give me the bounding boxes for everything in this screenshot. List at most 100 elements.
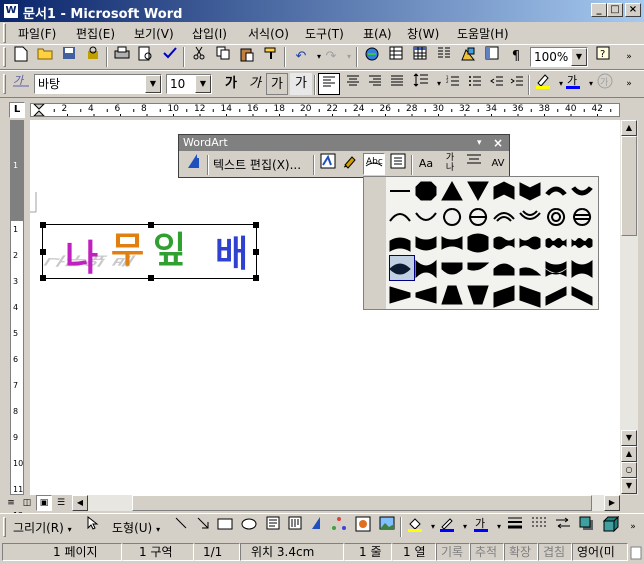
tab-selector-icon[interactable]: L [9,102,25,118]
rectangle-tool-icon[interactable] [214,516,236,538]
wordart-shape-icon[interactable]: Abc [363,153,385,175]
font-size-dropdown-icon[interactable]: ▼ [195,75,211,93]
bullets-icon[interactable] [464,73,486,95]
dash-style-icon[interactable] [528,516,550,538]
drawing-icon[interactable] [457,46,479,68]
arch-down-pour-icon[interactable] [518,205,542,229]
web-layout-icon[interactable]: ◫ [20,495,34,511]
title-bar[interactable]: W 문서1 - Microsoft Word _ □ × [0,0,644,22]
clip-art-icon[interactable] [352,516,374,538]
ring-outside-icon[interactable] [570,179,594,203]
button-pour-icon[interactable] [570,205,594,229]
autoshapes-menu-button[interactable]: 도형(U) ▾ [112,519,160,536]
print-icon[interactable] [111,46,133,68]
close-icon[interactable]: × [493,135,503,151]
tables-borders-icon[interactable] [385,46,407,68]
resize-handle[interactable] [253,275,259,281]
copy-icon[interactable] [212,46,234,68]
format-painter-icon[interactable] [260,46,282,68]
wordart-shape-gallery[interactable] [363,176,599,310]
new-document-icon[interactable] [10,46,32,68]
enclose-char-icon[interactable]: 가 [594,73,616,95]
chevron-down-icon[interactable] [518,179,542,203]
stop-icon[interactable] [414,179,438,203]
outline-view-icon[interactable]: ☰ [54,495,68,511]
status-rec[interactable]: 기록 [436,543,470,561]
curve-down-icon[interactable] [414,231,438,255]
shape-cell[interactable] [388,205,412,229]
horizontal-scroll-thumb[interactable] [132,495,592,511]
edit-text-button[interactable]: 텍스트 편집(X)... [213,156,301,173]
close-button[interactable]: × [625,3,641,17]
deflate-top-icon[interactable] [518,257,542,281]
wordart-toolbar-title[interactable]: WordArt ▾ × [179,135,509,151]
arch-down-curve-icon[interactable] [414,205,438,229]
toolbar-grip[interactable] [3,74,6,94]
fade-down-icon[interactable] [466,283,490,307]
font-size-combo[interactable]: 10 ▼ [166,74,212,94]
text-box-icon[interactable] [262,516,284,538]
distributed-button[interactable] [386,73,408,95]
shape-cell[interactable] [518,205,542,229]
status-trk[interactable]: 추적 [470,543,504,561]
draw-menu-button[interactable]: 그리기(R) ▾ [13,519,72,536]
scroll-down-icon[interactable]: ▼ [621,430,637,446]
cascade-down-icon[interactable] [570,283,594,307]
vertical-text-icon[interactable]: 가나 [439,153,461,175]
zoom-dropdown-icon[interactable]: ▼ [571,48,587,66]
numbering-icon[interactable]: 12 [442,73,464,95]
resize-handle[interactable] [40,249,46,255]
inflate-bottom-icon[interactable] [440,257,464,281]
menu-insert[interactable]: 삽입(I) [192,25,227,42]
format-wordart-icon[interactable] [339,153,361,175]
can-down-icon[interactable] [466,231,490,255]
chevron-up-icon[interactable] [492,179,516,203]
horizontal-ruler[interactable]: 2 4 6 8 10 12 14 16 18 20 22 24 26 28 30 32 34 36 38 40 42 [30,103,620,117]
indent-marker-icon[interactable] [33,104,45,116]
triangle-down-icon[interactable] [466,179,490,203]
next-page-icon[interactable]: ▼ [621,478,637,494]
bold-button[interactable]: 가 [220,73,242,95]
draw-options-icon[interactable]: » [622,516,644,538]
cut-icon[interactable] [188,46,210,68]
menu-file[interactable]: 파일(F) [18,25,56,42]
italic-button[interactable]: 가 [244,73,266,95]
insert-table-icon[interactable] [409,46,431,68]
inflate-top-icon[interactable] [492,257,516,281]
menu-tools[interactable]: 도구(T) [305,25,344,42]
zoom-combo[interactable]: 100% ▼ [530,47,588,67]
previous-page-icon[interactable]: ▲ [621,446,637,462]
resize-handle[interactable] [148,275,154,281]
ring-inside-icon[interactable] [544,179,568,203]
styles-icon[interactable]: 가 [10,73,32,95]
wordart-object[interactable]: 나무잎 배 나 무 잎 배 [40,222,259,281]
wave2-icon[interactable] [518,231,542,255]
font-dropdown-icon[interactable]: ▼ [145,75,161,93]
button-curve-icon[interactable] [466,205,490,229]
plain-text-icon[interactable] [388,179,412,203]
select-browse-object-icon[interactable]: ○ [621,462,637,478]
document-map-icon[interactable] [481,46,503,68]
horizontal-scroll-track[interactable] [88,495,604,511]
arch-up-pour-icon[interactable] [492,205,516,229]
word-app-icon[interactable]: W [3,3,19,19]
normal-view-icon[interactable]: ≡ [4,495,18,511]
resize-handle[interactable] [253,222,259,228]
print-preview-icon[interactable] [135,46,157,68]
cascade-up-icon[interactable] [544,283,568,307]
shape-cell[interactable] [414,205,438,229]
paste-icon[interactable] [236,46,258,68]
justify-left-button[interactable] [318,73,340,95]
resize-handle[interactable] [40,275,46,281]
char-shading-button[interactable]: 가 [290,73,312,95]
double-wave2-icon[interactable] [570,231,594,255]
shadow-style-icon[interactable] [576,516,598,538]
arrow-style-icon[interactable] [552,516,574,538]
toolbar-dropdown-icon[interactable]: ▾ [477,135,482,151]
circle-curve-icon[interactable] [440,205,464,229]
toolbar-grip[interactable] [3,47,6,67]
wave1-icon[interactable] [492,231,516,255]
minimize-button[interactable]: _ [591,3,607,17]
increase-indent-icon[interactable] [506,73,528,95]
resize-handle[interactable] [40,222,46,228]
